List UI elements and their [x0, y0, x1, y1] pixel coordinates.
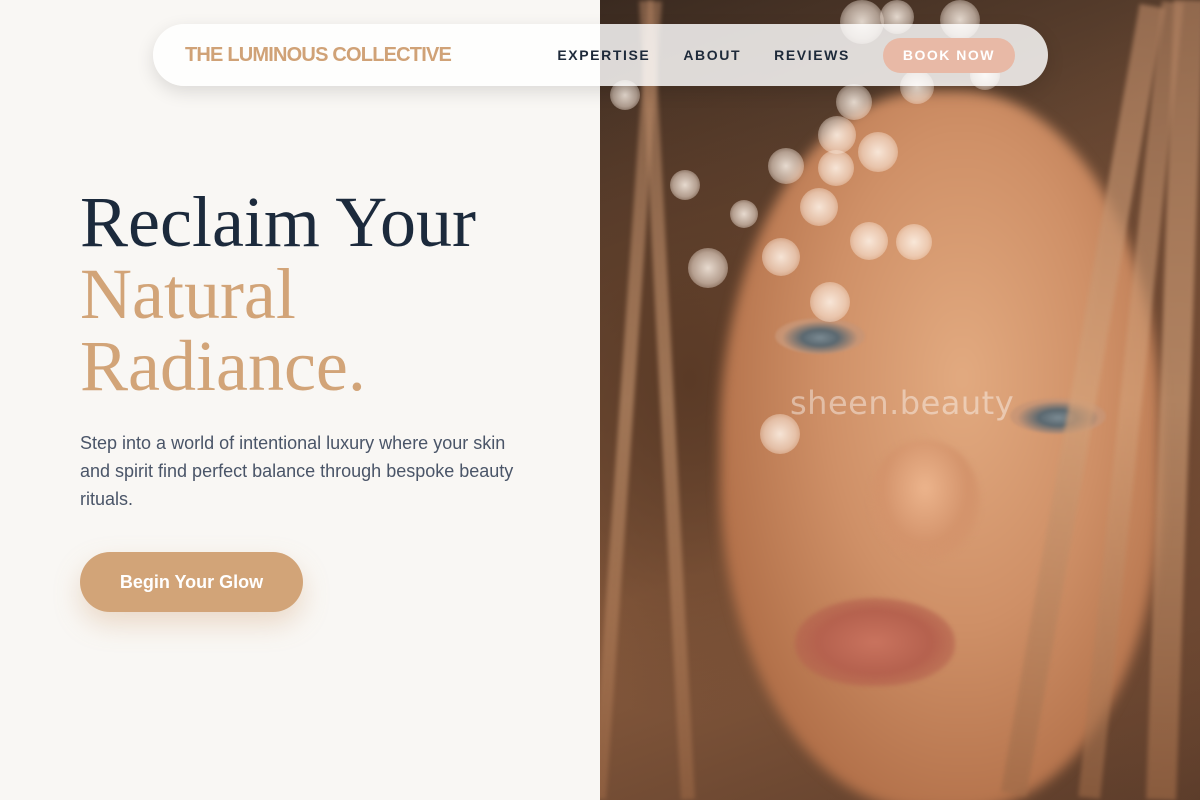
headline-line-1: Reclaim Your — [80, 182, 476, 262]
hair-strand — [639, 0, 695, 800]
bokeh-light — [762, 238, 800, 276]
bokeh-light — [768, 148, 804, 184]
brand-logo[interactable]: THE LUMINOUS COLLECTIVE — [185, 44, 452, 67]
begin-your-glow-button[interactable]: Begin Your Glow — [80, 552, 303, 612]
bokeh-light — [688, 248, 728, 288]
bokeh-light — [818, 150, 854, 186]
hero-subtext: Step into a world of intentional luxury … — [80, 433, 514, 509]
nav-link-reviews[interactable]: REVIEWS — [774, 47, 850, 63]
nav-link-about[interactable]: ABOUT — [683, 47, 741, 63]
bokeh-light — [836, 84, 872, 120]
headline-line-3: Radiance. — [80, 326, 366, 406]
bokeh-light — [858, 132, 898, 172]
hero-headline: Reclaim Your Natural Radiance. — [80, 186, 476, 402]
lips — [795, 598, 955, 686]
book-now-button[interactable]: BOOK NOW — [882, 37, 1015, 73]
nav-links: EXPERTISE ABOUT REVIEWS BOOK NOW — [524, 37, 1015, 73]
eye — [775, 318, 865, 354]
bokeh-light — [896, 224, 932, 260]
nav-link-expertise[interactable]: EXPERTISE — [557, 47, 650, 63]
bokeh-light — [850, 222, 888, 260]
hero-image: sheen.beauty — [600, 0, 1200, 800]
bokeh-light — [810, 282, 850, 322]
image-watermark: sheen.beauty — [790, 384, 1015, 422]
bokeh-light — [800, 188, 838, 226]
bokeh-light — [730, 200, 758, 228]
bokeh-light — [818, 116, 856, 154]
navbar: THE LUMINOUS COLLECTIVE EXPERTISE ABOUT … — [153, 24, 1048, 86]
bokeh-light — [670, 170, 700, 200]
nose — [870, 440, 980, 560]
headline-line-2: Natural — [80, 254, 296, 334]
